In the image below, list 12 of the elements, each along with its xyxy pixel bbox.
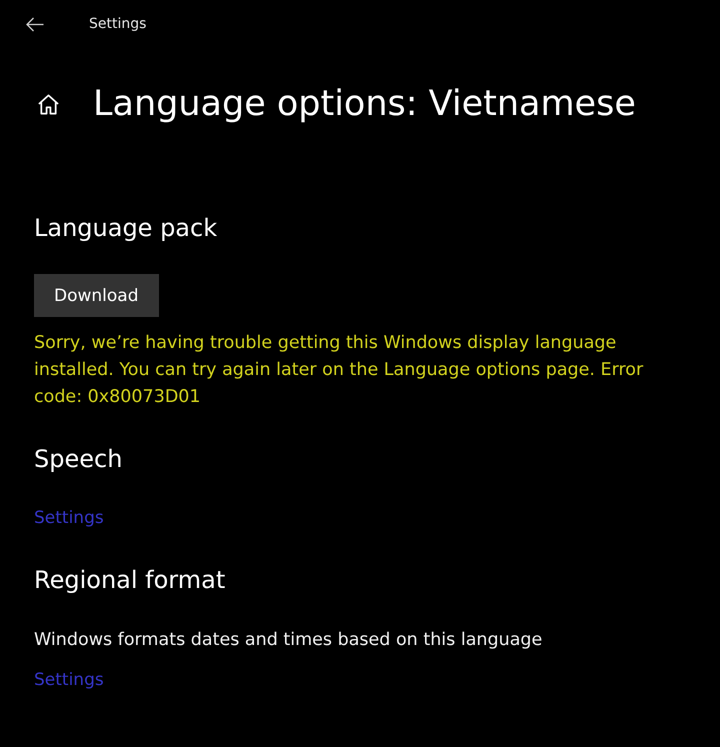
section-description: Windows formats dates and times based on this language bbox=[34, 629, 542, 652]
error-message: Sorry, we’re having trouble getting this Windows display language installed. You can try again later on the Language options page. Error code: 0x80073D01 bbox=[34, 332, 644, 409]
settings-link[interactable]: Settings bbox=[34, 506, 104, 530]
section-heading: Language pack bbox=[34, 213, 218, 244]
page-title: Language options: Vietnamese bbox=[93, 83, 636, 126]
section-heading: Regional format bbox=[34, 565, 226, 596]
section-heading: Speech bbox=[34, 444, 124, 475]
back-arrow-icon[interactable] bbox=[26, 16, 44, 32]
home-icon[interactable] bbox=[37, 92, 60, 116]
download-button[interactable]: Download bbox=[34, 274, 159, 317]
window-title: Settings bbox=[89, 16, 146, 32]
settings-link[interactable]: Settings bbox=[34, 668, 104, 692]
